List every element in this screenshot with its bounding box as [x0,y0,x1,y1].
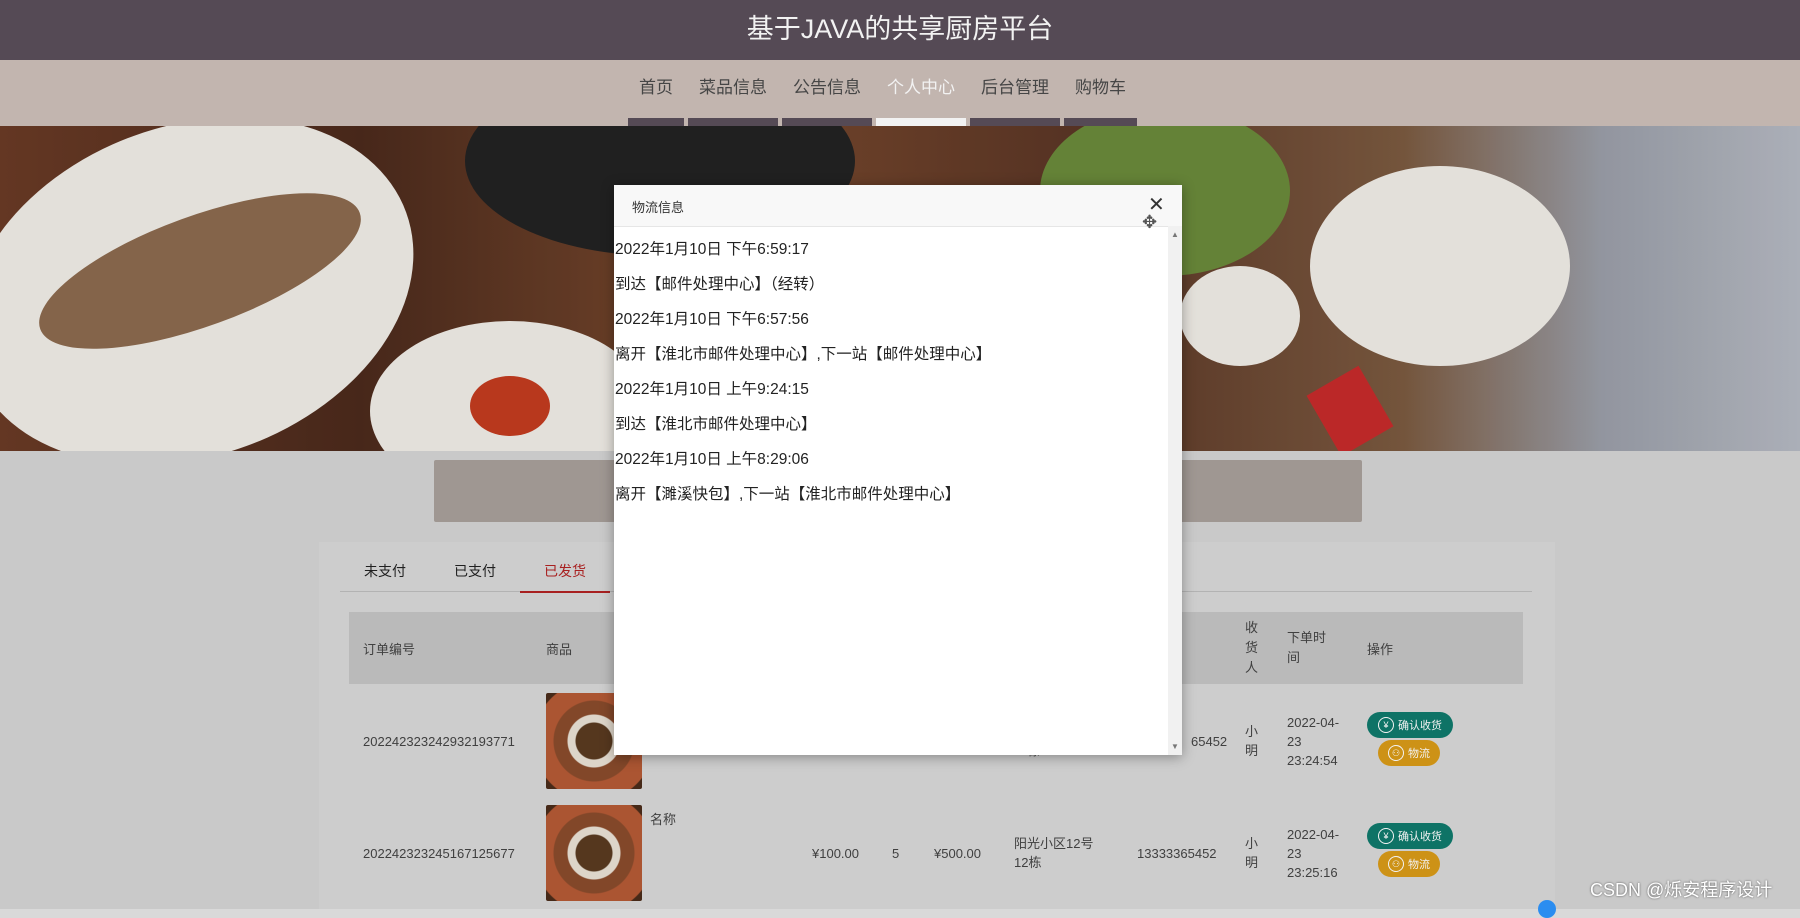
scroll-down-icon[interactable]: ▼ [1171,742,1179,751]
logistics-label: 物流 [1408,859,1430,871]
logistics-event: 到达【邮件处理中心】（经转） [615,276,825,293]
unit-price: ¥100.00 [812,845,859,861]
logistics-list: 2022年1月10日 下午6:59:17 到达【邮件处理中心】（经转） 2022… [614,226,1166,755]
tab-paid[interactable]: 已支付 [430,555,520,591]
nav-home[interactable]: 首页 [628,60,684,126]
product-thumbnail [546,805,642,901]
confirm-receipt-button[interactable]: ¥ 确认收货 [1367,823,1453,849]
modal-scrollbar[interactable]: ▲ ▼ [1168,226,1182,755]
logistics-button[interactable]: ⚇ 物流 [1378,851,1440,877]
logistics-event: 离开【淮北市邮件处理中心】,下一站【邮件处理中心】 [615,346,992,363]
main-nav: 首页 菜品信息 公告信息 个人中心 后台管理 购物车 [0,60,1800,126]
nav-cart[interactable]: 购物车 [1064,60,1137,126]
logistics-modal: 物流信息 ✕ ✥ 2022年1月10日 下午6:59:17 到达【邮件处理中心】… [614,185,1182,755]
nav-notices[interactable]: 公告信息 [782,60,872,126]
modal-header[interactable]: 物流信息 ✕ ✥ [614,185,1182,232]
tab-shipped[interactable]: 已发货 [520,555,610,593]
header-order-time: 下单时间 [1287,630,1327,665]
receiver: 小明 [1245,836,1259,870]
floating-dot[interactable] [1538,900,1556,918]
order-time: 2022-04-23 23:24:54 [1287,714,1340,768]
nav-label: 菜品信息 [699,78,767,97]
logistics-time: 2022年1月10日 下午6:59:17 [615,241,809,258]
tab-unpaid[interactable]: 未支付 [340,555,430,591]
confirm-label: 确认收货 [1398,720,1442,732]
total-price: ¥500.00 [934,845,981,861]
yen-icon: ¥ [1378,828,1394,844]
product-name: 名称 [650,811,677,827]
nav-label: 后台管理 [981,78,1049,97]
header-product: 商品 [546,641,573,657]
nav-label: 首页 [639,78,673,97]
scroll-up-icon[interactable]: ▲ [1171,230,1179,239]
header-order-no: 订单编号 [363,641,416,657]
phone: 65452 [1191,733,1228,749]
modal-title: 物流信息 [632,200,685,215]
yen-icon: ¥ [1378,717,1394,733]
logistics-time: 2022年1月10日 上午8:29:06 [615,451,809,468]
phone: 13333365452 [1137,845,1217,861]
header-receiver: 收货人 [1245,620,1259,675]
confirm-label: 确认收货 [1398,831,1442,843]
site-title: 基于JAVA的共享厨房平台 [0,0,1800,60]
order-number: 20224232324293219377​1 [363,733,515,749]
nav-label: 公告信息 [793,78,861,97]
logistics-time: 2022年1月10日 下午6:57:56 [615,311,809,328]
header-actions: 操作 [1367,641,1394,657]
order-number: 20224232324516712567​7 [363,845,515,861]
logistics-event: 离开【濉溪快包】,下一站【淮北市邮件处理中心】 [615,486,961,503]
table-row: 20224232324516712567​7 名称 ¥100.00 5 ¥500… [349,798,1523,908]
confirm-receipt-button[interactable]: ¥ 确认收货 [1367,712,1453,738]
nav-dishes[interactable]: 菜品信息 [688,60,778,126]
logistics-button[interactable]: ⚇ 物流 [1378,740,1440,766]
quantity: 5 [892,845,900,861]
logistics-time: 2022年1月10日 上午9:24:15 [615,381,809,398]
receiver: 小明 [1245,724,1259,758]
address: 阳光小区12号12栋 [1014,836,1094,870]
logistics-label: 物流 [1408,748,1430,760]
user-icon: ⚇ [1388,856,1404,872]
nav-label: 购物车 [1075,78,1126,97]
logistics-event: 到达【淮北市邮件处理中心】 [615,416,817,433]
nav-admin[interactable]: 后台管理 [970,60,1060,126]
nav-personal-center[interactable]: 个人中心 [876,60,966,126]
watermark: CSDN @烁安程序设计 [1590,880,1773,900]
order-time: 2022-04-23 23:25:16 [1287,826,1340,880]
nav-label: 个人中心 [887,78,955,97]
user-icon: ⚇ [1388,745,1404,761]
